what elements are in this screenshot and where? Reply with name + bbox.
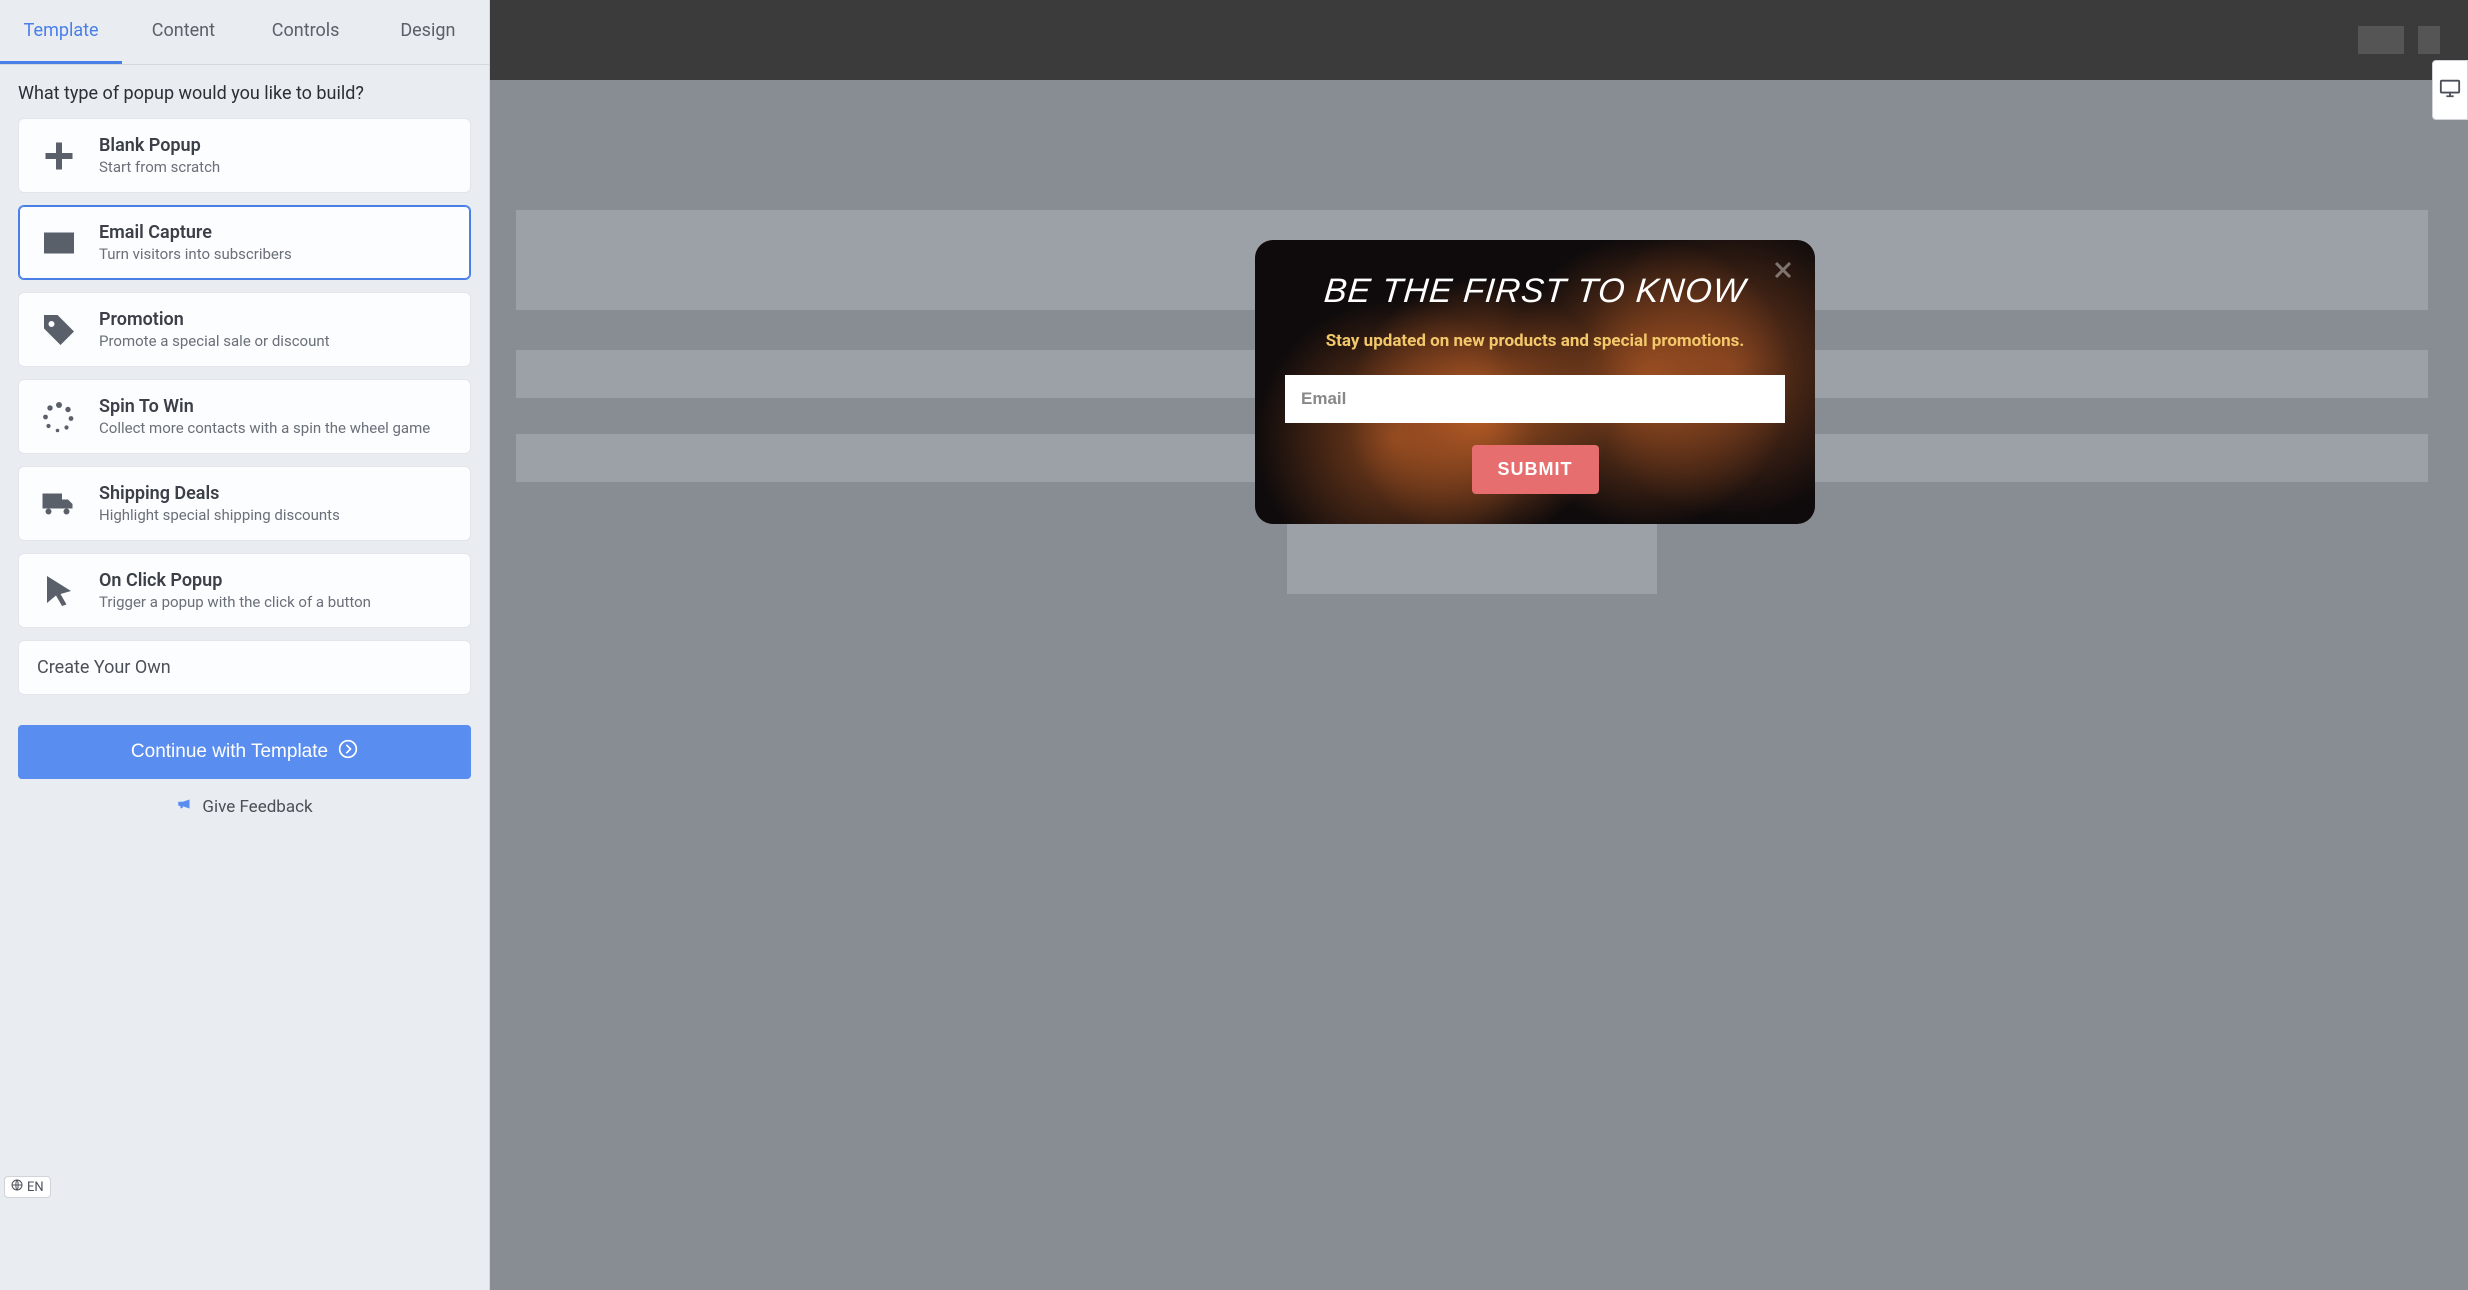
monitor-icon [2439,77,2461,103]
create-your-own[interactable]: Create Your Own [18,640,471,695]
option-shipping-deals[interactable]: Shipping Deals Highlight special shippin… [18,466,471,541]
option-on-click-popup[interactable]: On Click Popup Trigger a popup with the … [18,553,471,628]
skeleton-block [1287,522,1657,594]
option-desc: Promote a special sale or discount [99,332,330,350]
option-title: On Click Popup [99,570,371,591]
popup-title: BE THE FIRST TO KNOW [1283,272,1786,311]
truck-icon [39,484,79,524]
preview-area: BE THE FIRST TO KNOW Stay updated on new… [490,0,2468,1290]
option-desc: Highlight special shipping discounts [99,506,340,524]
option-desc: Collect more contacts with a spin the wh… [99,419,430,437]
language-badge[interactable]: EN [4,1176,51,1198]
option-desc: Start from scratch [99,158,220,176]
prompt-text: What type of popup would you like to bui… [0,65,489,118]
arrow-right-icon [338,739,358,765]
option-title: Shipping Deals [99,483,340,504]
tabs: Template Content Controls Design [0,0,489,65]
option-desc: Trigger a popup with the click of a butt… [99,593,371,611]
give-feedback[interactable]: Give Feedback [0,779,489,834]
tab-controls[interactable]: Controls [245,0,367,64]
popup-submit-button[interactable]: SUBMIT [1472,445,1599,494]
continue-label: Continue with Template [131,741,328,763]
option-blank-popup[interactable]: Blank Popup Start from scratch [18,118,471,193]
feedback-label: Give Feedback [202,797,312,817]
cursor-icon [39,571,79,611]
sidebar: Template Content Controls Design What ty… [0,0,490,1290]
option-title: Promotion [99,309,330,330]
option-title: Spin To Win [99,396,430,417]
tab-design[interactable]: Design [367,0,489,64]
envelope-icon [39,223,79,263]
option-promotion[interactable]: Promotion Promote a special sale or disc… [18,292,471,367]
option-desc: Turn visitors into subscribers [99,245,292,263]
preview-header [490,0,2468,80]
option-spin-to-win[interactable]: Spin To Win Collect more contacts with a… [18,379,471,454]
option-title: Email Capture [99,222,292,243]
megaphone-icon [176,795,194,818]
spinner-icon [39,397,79,437]
popup-preview: BE THE FIRST TO KNOW Stay updated on new… [1255,240,1815,524]
header-placeholder [2358,26,2404,54]
option-title: Blank Popup [99,135,220,156]
tag-icon [39,310,79,350]
header-placeholder [2418,26,2440,54]
tab-template[interactable]: Template [0,0,122,64]
popup-subtitle: Stay updated on new products and special… [1285,331,1785,351]
plus-icon [39,136,79,176]
option-email-capture[interactable]: Email Capture Turn visitors into subscri… [18,205,471,280]
device-toggle[interactable] [2432,60,2468,120]
continue-button[interactable]: Continue with Template [18,725,471,779]
globe-icon [11,1179,23,1195]
popup-type-list: Blank Popup Start from scratch Email Cap… [0,118,489,628]
tab-content[interactable]: Content [122,0,244,64]
popup-email-input[interactable] [1285,375,1785,423]
language-label: EN [27,1180,44,1195]
